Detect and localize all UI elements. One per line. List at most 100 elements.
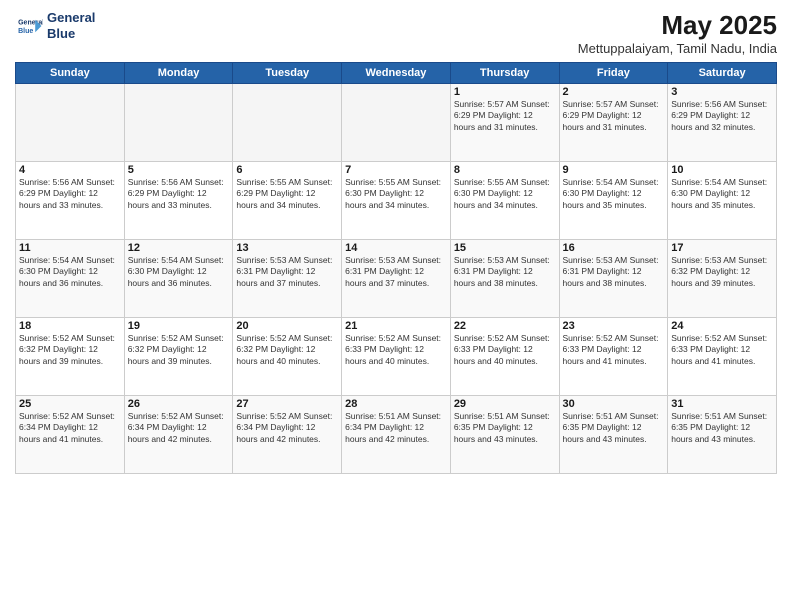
day-number: 16 [563, 242, 665, 254]
day-info: Sunrise: 5:52 AM Sunset: 6:33 PM Dayligh… [563, 333, 665, 367]
day-number: 29 [454, 398, 556, 410]
day-number: 31 [671, 398, 773, 410]
week-row-3: 11Sunrise: 5:54 AM Sunset: 6:30 PM Dayli… [16, 240, 777, 318]
logo: General Blue General Blue [15, 10, 95, 41]
calendar-cell: 2Sunrise: 5:57 AM Sunset: 6:29 PM Daylig… [559, 84, 668, 162]
day-info: Sunrise: 5:53 AM Sunset: 6:31 PM Dayligh… [236, 255, 338, 289]
calendar-cell: 3Sunrise: 5:56 AM Sunset: 6:29 PM Daylig… [668, 84, 777, 162]
day-header-sunday: Sunday [16, 63, 125, 84]
day-info: Sunrise: 5:55 AM Sunset: 6:30 PM Dayligh… [345, 177, 447, 211]
week-row-1: 1Sunrise: 5:57 AM Sunset: 6:29 PM Daylig… [16, 84, 777, 162]
day-info: Sunrise: 5:51 AM Sunset: 6:35 PM Dayligh… [454, 411, 556, 445]
header-row: SundayMondayTuesdayWednesdayThursdayFrid… [16, 63, 777, 84]
day-info: Sunrise: 5:54 AM Sunset: 6:30 PM Dayligh… [671, 177, 773, 211]
day-number: 2 [563, 86, 665, 98]
calendar-cell [124, 84, 233, 162]
calendar-cell: 14Sunrise: 5:53 AM Sunset: 6:31 PM Dayli… [342, 240, 451, 318]
calendar-cell: 15Sunrise: 5:53 AM Sunset: 6:31 PM Dayli… [450, 240, 559, 318]
day-info: Sunrise: 5:57 AM Sunset: 6:29 PM Dayligh… [563, 99, 665, 133]
calendar-cell: 29Sunrise: 5:51 AM Sunset: 6:35 PM Dayli… [450, 396, 559, 474]
calendar-cell: 9Sunrise: 5:54 AM Sunset: 6:30 PM Daylig… [559, 162, 668, 240]
calendar-cell: 23Sunrise: 5:52 AM Sunset: 6:33 PM Dayli… [559, 318, 668, 396]
day-info: Sunrise: 5:54 AM Sunset: 6:30 PM Dayligh… [563, 177, 665, 211]
day-number: 21 [345, 320, 447, 332]
day-number: 3 [671, 86, 773, 98]
calendar-cell [233, 84, 342, 162]
day-info: Sunrise: 5:52 AM Sunset: 6:32 PM Dayligh… [19, 333, 121, 367]
calendar-cell: 20Sunrise: 5:52 AM Sunset: 6:32 PM Dayli… [233, 318, 342, 396]
day-info: Sunrise: 5:54 AM Sunset: 6:30 PM Dayligh… [19, 255, 121, 289]
calendar-cell: 16Sunrise: 5:53 AM Sunset: 6:31 PM Dayli… [559, 240, 668, 318]
logo-text: General [47, 10, 95, 26]
calendar-cell [16, 84, 125, 162]
week-row-2: 4 Sunrise: 5:56 AM Sunset: 6:29 PM Daylig… [16, 162, 777, 240]
page: General Blue General Blue May 2025 Mettu… [0, 0, 792, 612]
day-number: 22 [454, 320, 556, 332]
day-info: Sunrise: 5:54 AM Sunset: 6:30 PM Dayligh… [128, 255, 230, 289]
day-info: Sunrise: 5:51 AM Sunset: 6:35 PM Dayligh… [563, 411, 665, 445]
calendar-cell: 8Sunrise: 5:55 AM Sunset: 6:30 PM Daylig… [450, 162, 559, 240]
day-info: Sunrise: 5:56 AM Sunset: 6:29 PM Dayligh… [671, 99, 773, 133]
day-header-wednesday: Wednesday [342, 63, 451, 84]
calendar-cell: 1Sunrise: 5:57 AM Sunset: 6:29 PM Daylig… [450, 84, 559, 162]
calendar-cell: 18Sunrise: 5:52 AM Sunset: 6:32 PM Dayli… [16, 318, 125, 396]
calendar-cell: 25Sunrise: 5:52 AM Sunset: 6:34 PM Dayli… [16, 396, 125, 474]
calendar-cell: 24Sunrise: 5:52 AM Sunset: 6:33 PM Dayli… [668, 318, 777, 396]
calendar-cell: 10Sunrise: 5:54 AM Sunset: 6:30 PM Dayli… [668, 162, 777, 240]
calendar-cell: 17Sunrise: 5:53 AM Sunset: 6:32 PM Dayli… [668, 240, 777, 318]
day-number: 18 [19, 320, 121, 332]
day-number: 8 [454, 164, 556, 176]
calendar-table: SundayMondayTuesdayWednesdayThursdayFrid… [15, 62, 777, 474]
day-info: Sunrise: 5:55 AM Sunset: 6:30 PM Dayligh… [454, 177, 556, 211]
header: General Blue General Blue May 2025 Mettu… [15, 10, 777, 56]
logo-text2: Blue [47, 26, 95, 42]
day-header-thursday: Thursday [450, 63, 559, 84]
day-info: Sunrise: 5:53 AM Sunset: 6:31 PM Dayligh… [454, 255, 556, 289]
day-header-tuesday: Tuesday [233, 63, 342, 84]
calendar-cell: 19Sunrise: 5:52 AM Sunset: 6:32 PM Dayli… [124, 318, 233, 396]
week-row-5: 25Sunrise: 5:52 AM Sunset: 6:34 PM Dayli… [16, 396, 777, 474]
title-block: May 2025 Mettuppalaiyam, Tamil Nadu, Ind… [578, 10, 777, 56]
day-header-friday: Friday [559, 63, 668, 84]
subtitle: Mettuppalaiyam, Tamil Nadu, India [578, 41, 777, 56]
day-info: Sunrise: 5:52 AM Sunset: 6:33 PM Dayligh… [345, 333, 447, 367]
day-number: 17 [671, 242, 773, 254]
day-number: 30 [563, 398, 665, 410]
day-number: 15 [454, 242, 556, 254]
day-info: Sunrise: 5:52 AM Sunset: 6:32 PM Dayligh… [128, 333, 230, 367]
day-number: 5 [128, 164, 230, 176]
logo-icon: General Blue [15, 12, 43, 40]
calendar-cell: 12Sunrise: 5:54 AM Sunset: 6:30 PM Dayli… [124, 240, 233, 318]
calendar-cell: 5Sunrise: 5:56 AM Sunset: 6:29 PM Daylig… [124, 162, 233, 240]
day-info: Sunrise: 5:55 AM Sunset: 6:29 PM Dayligh… [236, 177, 338, 211]
calendar-cell: 30Sunrise: 5:51 AM Sunset: 6:35 PM Dayli… [559, 396, 668, 474]
day-info: Sunrise: 5:56 AM Sunset: 6:29 PM Dayligh… [128, 177, 230, 211]
day-header-saturday: Saturday [668, 63, 777, 84]
calendar-cell: 22Sunrise: 5:52 AM Sunset: 6:33 PM Dayli… [450, 318, 559, 396]
day-number: 13 [236, 242, 338, 254]
day-number: 7 [345, 164, 447, 176]
calendar-cell [342, 84, 451, 162]
day-number: 9 [563, 164, 665, 176]
main-title: May 2025 [578, 10, 777, 41]
day-info: Sunrise: 5:52 AM Sunset: 6:34 PM Dayligh… [128, 411, 230, 445]
calendar-cell: 6Sunrise: 5:55 AM Sunset: 6:29 PM Daylig… [233, 162, 342, 240]
day-number: 20 [236, 320, 338, 332]
day-info: Sunrise: 5:53 AM Sunset: 6:32 PM Dayligh… [671, 255, 773, 289]
day-number: 28 [345, 398, 447, 410]
day-number: 12 [128, 242, 230, 254]
day-number: 4 [19, 164, 121, 176]
day-info: Sunrise: 5:52 AM Sunset: 6:34 PM Dayligh… [19, 411, 121, 445]
day-number: 24 [671, 320, 773, 332]
calendar-cell: 21Sunrise: 5:52 AM Sunset: 6:33 PM Dayli… [342, 318, 451, 396]
week-row-4: 18Sunrise: 5:52 AM Sunset: 6:32 PM Dayli… [16, 318, 777, 396]
calendar-cell: 7Sunrise: 5:55 AM Sunset: 6:30 PM Daylig… [342, 162, 451, 240]
day-info: Sunrise: 5:57 AM Sunset: 6:29 PM Dayligh… [454, 99, 556, 133]
day-number: 10 [671, 164, 773, 176]
calendar-cell: 28Sunrise: 5:51 AM Sunset: 6:34 PM Dayli… [342, 396, 451, 474]
calendar-cell: 27Sunrise: 5:52 AM Sunset: 6:34 PM Dayli… [233, 396, 342, 474]
day-info: Sunrise: 5:52 AM Sunset: 6:33 PM Dayligh… [454, 333, 556, 367]
day-number: 23 [563, 320, 665, 332]
day-info: Sunrise: 5:53 AM Sunset: 6:31 PM Dayligh… [563, 255, 665, 289]
day-header-monday: Monday [124, 63, 233, 84]
